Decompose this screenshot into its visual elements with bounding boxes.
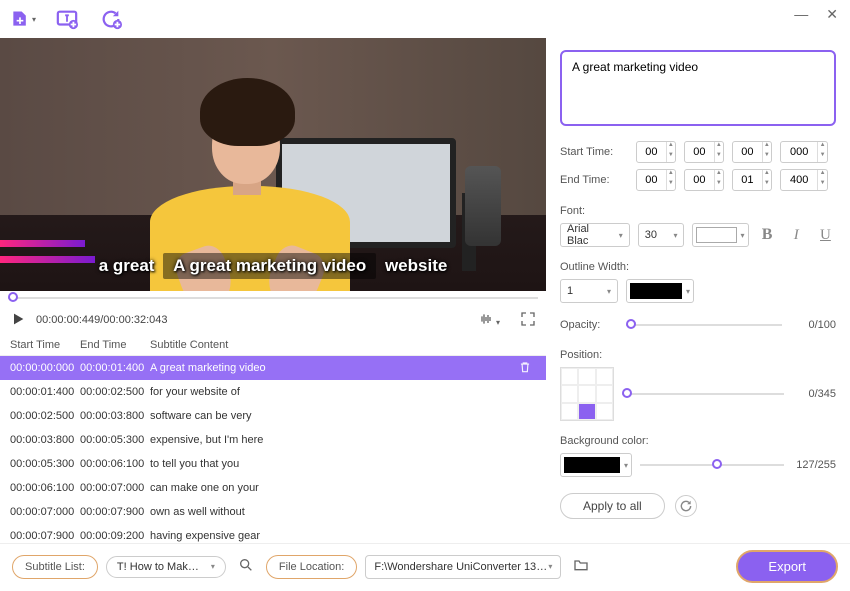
start-ms[interactable]: ▲▼ [780,141,828,163]
row-start: 00:00:06:100 [10,482,80,494]
row-end: 00:00:07:000 [80,482,150,494]
browse-folder-icon[interactable] [569,553,593,580]
row-start: 00:00:05:300 [10,458,80,470]
subtitle-list-select[interactable]: T! How to Make a S...▾ [106,556,226,578]
row-end: 00:00:01:400 [80,362,150,374]
bold-button[interactable]: B [757,224,778,246]
opacity-value: 0/100 [792,319,836,331]
table-row[interactable]: 00:00:02:50000:00:03:800software can be … [0,404,546,428]
end-seconds[interactable]: ▲▼ [732,169,772,191]
add-text-tool[interactable] [54,6,80,32]
seek-bar[interactable] [0,291,546,305]
table-row[interactable]: 00:00:00:00000:00:01:400A great marketin… [0,356,546,380]
row-end: 00:00:05:300 [80,434,150,446]
opacity-label: Opacity: [560,319,616,331]
font-family-select[interactable]: Arial Blac▾ [560,223,630,247]
search-icon[interactable] [234,553,258,580]
left-pane: a great A great marketing video website … [0,38,546,543]
row-end: 00:00:06:100 [80,458,150,470]
waveform-icon[interactable]: ▾ [478,311,500,330]
position-value: 0/345 [792,388,836,400]
table-row[interactable]: 00:00:07:90000:00:09:200having expensive… [0,524,546,543]
italic-button[interactable]: I [786,224,807,246]
timecode: 00:00:00:449/00:00:32:043 [36,314,168,326]
table-row[interactable]: 00:00:01:40000:00:02:500for your website… [0,380,546,404]
row-content: to tell you that you [150,458,536,470]
subtitle-list-label: Subtitle List: [12,555,98,579]
reset-style-button[interactable] [675,495,697,517]
end-time-label: End Time: [560,174,628,186]
row-start: 00:00:02:500 [10,410,80,422]
subtitle-text-input[interactable] [560,50,836,126]
subtitle-table: 00:00:00:00000:00:01:400A great marketin… [0,356,546,543]
play-button[interactable] [10,311,26,330]
font-color-select[interactable]: ▾ [692,223,748,247]
table-row[interactable]: 00:00:07:00000:00:07:900own as well with… [0,500,546,524]
file-location-select[interactable]: F:\Wondershare UniConverter 13\SubEdi▾ [365,555,561,579]
position-label: Position: [560,349,836,361]
start-seconds[interactable]: ▲▼ [732,141,772,163]
row-end: 00:00:03:800 [80,410,150,422]
video-subtitle-overlay: a great A great marketing video website [0,253,546,279]
row-start: 00:00:07:000 [10,506,80,518]
table-row[interactable]: 00:00:06:10000:00:07:000can make one on … [0,476,546,500]
bgcolor-slider[interactable] [640,455,784,475]
end-minutes[interactable]: ▲▼ [684,169,724,191]
file-location-label: File Location: [266,555,357,579]
opacity-slider[interactable] [626,315,782,335]
bgcolor-select[interactable]: ▾ [560,453,632,477]
top-toolbar: ▾ — ✕ [0,0,850,38]
row-end: 00:00:02:500 [80,386,150,398]
delete-row-icon[interactable] [518,360,532,377]
font-label: Font: [560,205,836,217]
outline-color-select[interactable]: ▾ [626,279,694,303]
row-end: 00:00:09:200 [80,530,150,542]
right-panel: Start Time: ▲▼ ▲▼ ▲▼ ▲▼ End Time: ▲▼ ▲▼ … [546,38,850,543]
apply-to-all-button[interactable]: Apply to all [560,493,665,519]
start-time-label: Start Time: [560,146,628,158]
start-minutes[interactable]: ▲▼ [684,141,724,163]
outline-label: Outline Width: [560,261,836,273]
row-content: A great marketing video [150,362,536,374]
row-content: software can be very [150,410,536,422]
row-content: can make one on your [150,482,536,494]
position-grid[interactable] [560,367,614,421]
bgcolor-value: 127/255 [792,459,836,471]
row-start: 00:00:00:000 [10,362,80,374]
row-start: 00:00:07:900 [10,530,80,542]
fullscreen-icon[interactable] [520,311,536,330]
bottom-bar: Subtitle List: T! How to Make a S...▾ Fi… [0,543,850,589]
end-ms[interactable]: ▲▼ [780,169,828,191]
position-slider[interactable] [622,384,784,404]
start-hours[interactable]: ▲▼ [636,141,676,163]
row-content: having expensive gear [150,530,536,542]
outline-width-select[interactable]: 1▾ [560,279,618,303]
window-close[interactable]: ✕ [822,4,842,25]
row-start: 00:00:01:400 [10,386,80,398]
video-preview[interactable]: a great A great marketing video website [0,38,546,291]
add-file-tool[interactable]: ▾ [10,6,36,32]
font-size-select[interactable]: 30▾ [638,223,685,247]
reload-tool[interactable] [98,6,124,32]
row-content: own as well without [150,506,536,518]
subtitle-table-header: Start Time End Time Subtitle Content [0,335,546,356]
row-start: 00:00:03:800 [10,434,80,446]
bgcolor-label: Background color: [560,435,836,447]
row-content: expensive, but I'm here [150,434,536,446]
export-button[interactable]: Export [736,550,838,583]
end-hours[interactable]: ▲▼ [636,169,676,191]
row-content: for your website of [150,386,536,398]
table-row[interactable]: 00:00:05:30000:00:06:100to tell you that… [0,452,546,476]
table-row[interactable]: 00:00:03:80000:00:05:300expensive, but I… [0,428,546,452]
window-minimize[interactable]: — [790,4,812,25]
underline-button[interactable]: U [815,224,836,246]
row-end: 00:00:07:900 [80,506,150,518]
